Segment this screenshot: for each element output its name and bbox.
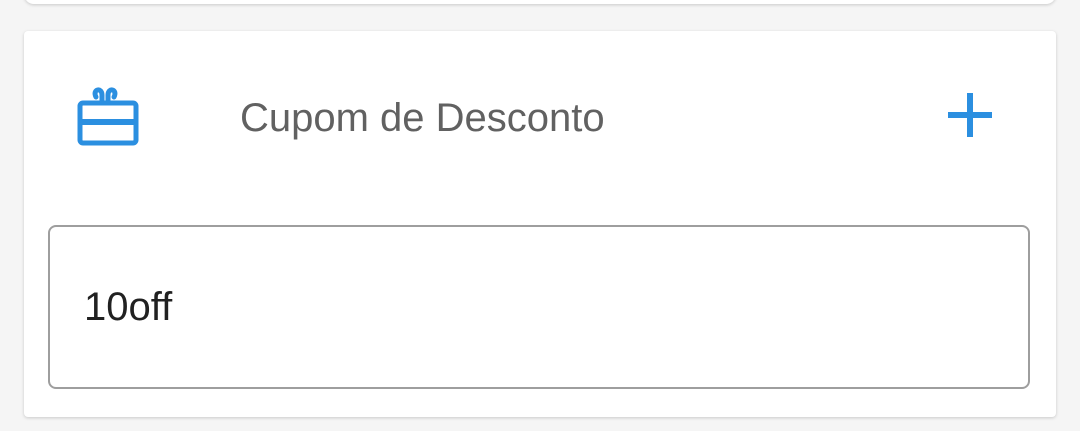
- coupon-header[interactable]: Cupom de Desconto: [24, 31, 1056, 201]
- gift-card-icon: [76, 85, 140, 149]
- coupon-title: Cupom de Desconto: [240, 96, 605, 140]
- coupon-card: Cupom de Desconto: [24, 31, 1056, 417]
- add-coupon-button[interactable]: [940, 87, 1000, 147]
- previous-card: [24, 0, 1056, 4]
- coupon-code-input[interactable]: [48, 225, 1030, 389]
- plus-icon: [946, 91, 994, 144]
